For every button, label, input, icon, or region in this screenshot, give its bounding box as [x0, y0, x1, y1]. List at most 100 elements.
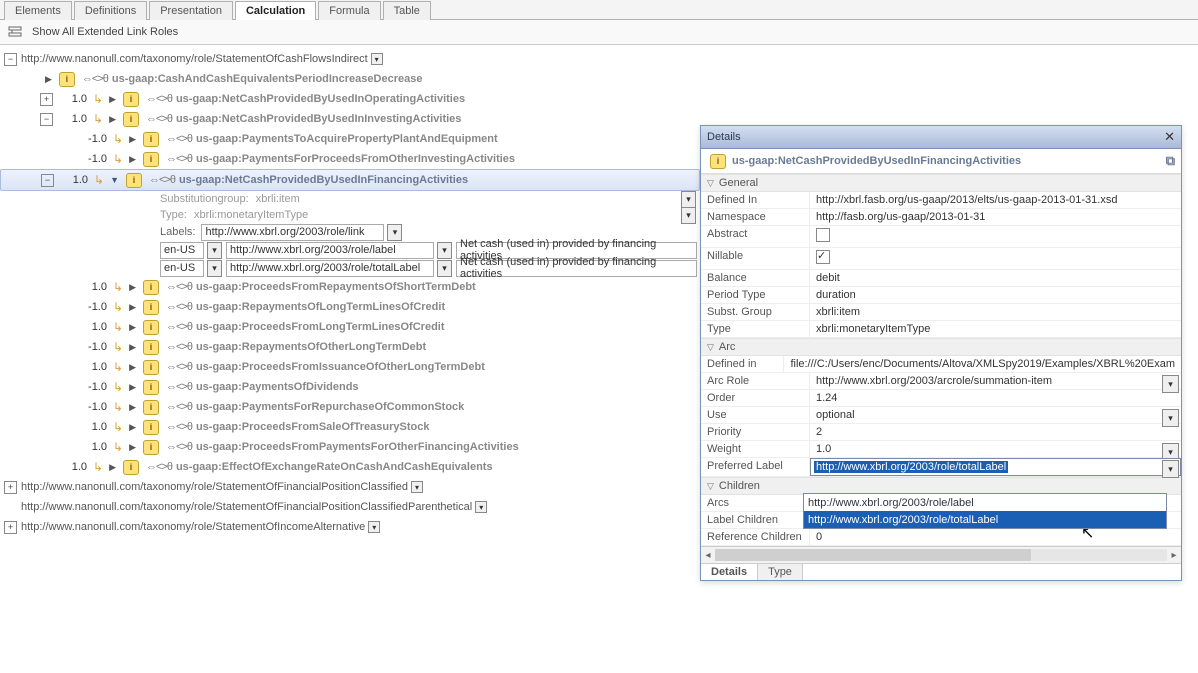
- dropdown-option-highlighted[interactable]: http://www.xbrl.org/2003/role/totalLabel: [804, 511, 1166, 528]
- info-icon[interactable]: i: [143, 340, 159, 355]
- tree-row[interactable]: 1.0↳▶i⇔<>θus-gaap:ProceedsFromSaleOfTrea…: [0, 417, 700, 437]
- expand-icon[interactable]: ▶: [129, 322, 136, 333]
- info-icon[interactable]: i: [123, 460, 139, 475]
- info-icon[interactable]: i: [143, 360, 159, 375]
- tree-row[interactable]: + http://www.nanonull.com/taxonomy/role/…: [0, 477, 700, 497]
- panel-options-icon[interactable]: ⧉: [1166, 153, 1175, 169]
- tree-row[interactable]: − http://www.nanonull.com/taxonomy/role/…: [0, 49, 700, 69]
- dropdown-icon[interactable]: ▾: [475, 501, 487, 513]
- panel-tab-details[interactable]: Details: [701, 564, 758, 580]
- tree-row[interactable]: 1.0 ↳ ▶ i ⇔<>θ us-gaap:EffectOfExchangeR…: [0, 457, 700, 477]
- expand-icon[interactable]: ▶: [129, 302, 136, 313]
- scroll-right-icon[interactable]: ▸: [1167, 550, 1181, 561]
- expand-icon[interactable]: ▶: [129, 442, 136, 453]
- collapse-icon[interactable]: ▼: [110, 175, 119, 185]
- dropdown-icon[interactable]: ▾: [411, 481, 423, 493]
- prop-value[interactable]: 1.0▾: [810, 441, 1181, 457]
- prop-value[interactable]: 2: [810, 424, 1181, 440]
- info-icon[interactable]: i: [143, 380, 159, 395]
- prop-value[interactable]: xbrli:monetaryItemType: [810, 321, 1181, 337]
- tree-row[interactable]: 1.0↳▶i⇔<>θus-gaap:ProceedsFromLongTermLi…: [0, 317, 700, 337]
- info-icon[interactable]: i: [143, 152, 159, 167]
- tree-row[interactable]: 1.0↳▶i⇔<>θus-gaap:ProceedsFromPaymentsFo…: [0, 437, 700, 457]
- preferred-label-dropdown[interactable]: http://www.xbrl.org/2003/role/label http…: [803, 493, 1167, 529]
- expand-icon[interactable]: ▶: [109, 114, 116, 125]
- tab-presentation[interactable]: Presentation: [149, 1, 233, 20]
- tab-elements[interactable]: Elements: [4, 1, 72, 20]
- tree-row[interactable]: -1.0↳▶i⇔<>θus-gaap:RepaymentsOfOtherLong…: [0, 337, 700, 357]
- scroll-track[interactable]: [715, 549, 1167, 561]
- dropdown-icon[interactable]: ▾: [681, 207, 696, 224]
- expand-icon[interactable]: +: [4, 481, 17, 494]
- prop-value[interactable]: [810, 226, 1181, 247]
- expand-icon[interactable]: +: [40, 93, 53, 106]
- expand-icon[interactable]: ▶: [129, 402, 136, 413]
- info-icon[interactable]: i: [126, 173, 142, 188]
- panel-tab-type[interactable]: Type: [758, 564, 803, 580]
- expand-icon[interactable]: +: [4, 521, 17, 534]
- collapse-icon[interactable]: −: [40, 113, 53, 126]
- expand-icon[interactable]: ▶: [109, 94, 116, 105]
- dropdown-icon[interactable]: ▾: [681, 191, 696, 208]
- label-text-input[interactable]: Net cash (used in) provided by financing…: [456, 260, 697, 277]
- panel-hscrollbar[interactable]: ◂ ▸: [701, 546, 1181, 563]
- section-arc[interactable]: ▽Arc: [701, 338, 1181, 356]
- expand-icon[interactable]: ▶: [129, 282, 136, 293]
- tree-row[interactable]: 1.0↳▶i⇔<>θus-gaap:ProceedsFromRepayments…: [0, 277, 700, 297]
- expand-icon[interactable]: ▶: [129, 134, 136, 145]
- prop-value[interactable]: xbrli:item: [810, 304, 1181, 320]
- checkbox-checked[interactable]: [816, 250, 830, 264]
- tab-formula[interactable]: Formula: [318, 1, 380, 20]
- dropdown-icon[interactable]: ▾: [371, 53, 383, 65]
- expand-icon[interactable]: ▶: [129, 382, 136, 393]
- tab-definitions[interactable]: Definitions: [74, 1, 147, 20]
- link-roles-icon[interactable]: [6, 24, 24, 40]
- checkbox-unchecked[interactable]: [816, 228, 830, 242]
- close-icon[interactable]: ✕: [1164, 129, 1175, 145]
- prop-value[interactable]: 1.24: [810, 390, 1181, 406]
- lang-input[interactable]: en-US: [160, 260, 204, 277]
- tree-row[interactable]: 1.0↳▶i⇔<>θus-gaap:ProceedsFromIssuanceOf…: [0, 357, 700, 377]
- expand-icon[interactable]: ▶: [129, 342, 136, 353]
- dropdown-icon[interactable]: ▾: [207, 242, 222, 259]
- tree-row[interactable]: -1.0 ↳ ▶ i ⇔<>θ us-gaap:PaymentsForProce…: [0, 149, 700, 169]
- label-role-input[interactable]: http://www.xbrl.org/2003/role/label: [226, 242, 434, 259]
- tab-calculation[interactable]: Calculation: [235, 1, 316, 20]
- info-icon[interactable]: i: [143, 420, 159, 435]
- dropdown-icon[interactable]: ▾: [437, 242, 452, 259]
- panel-titlebar[interactable]: Details ✕: [701, 126, 1181, 149]
- collapse-icon[interactable]: −: [41, 174, 54, 187]
- prop-value[interactable]: http://www.xbrl.org/2003/arcrole/summati…: [810, 373, 1181, 389]
- tree-row[interactable]: − 1.0 ↳ ▶ i ⇔<>θ us-gaap:NetCashProvided…: [0, 109, 700, 129]
- label-role-input[interactable]: http://www.xbrl.org/2003/role/totalLabel: [226, 260, 434, 277]
- info-icon[interactable]: i: [123, 92, 139, 107]
- section-general[interactable]: ▽General: [701, 174, 1181, 192]
- lang-input[interactable]: en-US: [160, 242, 204, 259]
- expand-icon[interactable]: ▶: [45, 74, 52, 85]
- dropdown-icon[interactable]: ▾: [1162, 460, 1179, 478]
- tree-row[interactable]: http://www.nanonull.com/taxonomy/role/St…: [0, 497, 700, 517]
- tab-table[interactable]: Table: [383, 1, 431, 20]
- labels-uri-input[interactable]: http://www.xbrl.org/2003/role/link: [201, 224, 384, 241]
- scroll-thumb[interactable]: [715, 549, 1031, 561]
- prop-value[interactable]: debit: [810, 270, 1181, 286]
- dropdown-icon[interactable]: ▾: [207, 260, 222, 277]
- tree-row[interactable]: -1.0↳▶i⇔<>θus-gaap:PaymentsOfDividends: [0, 377, 700, 397]
- collapse-icon[interactable]: −: [4, 53, 17, 66]
- dropdown-option[interactable]: http://www.xbrl.org/2003/role/label: [804, 494, 1166, 511]
- info-icon[interactable]: i: [143, 400, 159, 415]
- tree-row[interactable]: -1.0↳▶i⇔<>θus-gaap:RepaymentsOfLongTermL…: [0, 297, 700, 317]
- expand-icon[interactable]: ▶: [129, 154, 136, 165]
- show-all-roles-button[interactable]: Show All Extended Link Roles: [32, 26, 178, 38]
- expand-icon[interactable]: ▶: [129, 362, 136, 373]
- info-icon[interactable]: i: [143, 300, 159, 315]
- dropdown-icon[interactable]: ▾: [368, 521, 380, 533]
- dropdown-icon[interactable]: ▾: [437, 260, 452, 277]
- prop-value[interactable]: optional▾: [810, 407, 1181, 423]
- tree-row-selected[interactable]: − 1.0 ↳ ▼ i ⇔<>θ us-gaap:NetCashProvided…: [0, 169, 700, 191]
- info-icon[interactable]: i: [143, 440, 159, 455]
- scroll-left-icon[interactable]: ◂: [701, 550, 715, 561]
- info-icon[interactable]: i: [59, 72, 75, 87]
- tree-row[interactable]: -1.0 ↳ ▶ i ⇔<>θ us-gaap:PaymentsToAcquir…: [0, 129, 700, 149]
- preferred-label-combo[interactable]: http://www.xbrl.org/2003/role/totalLabel…: [810, 458, 1181, 476]
